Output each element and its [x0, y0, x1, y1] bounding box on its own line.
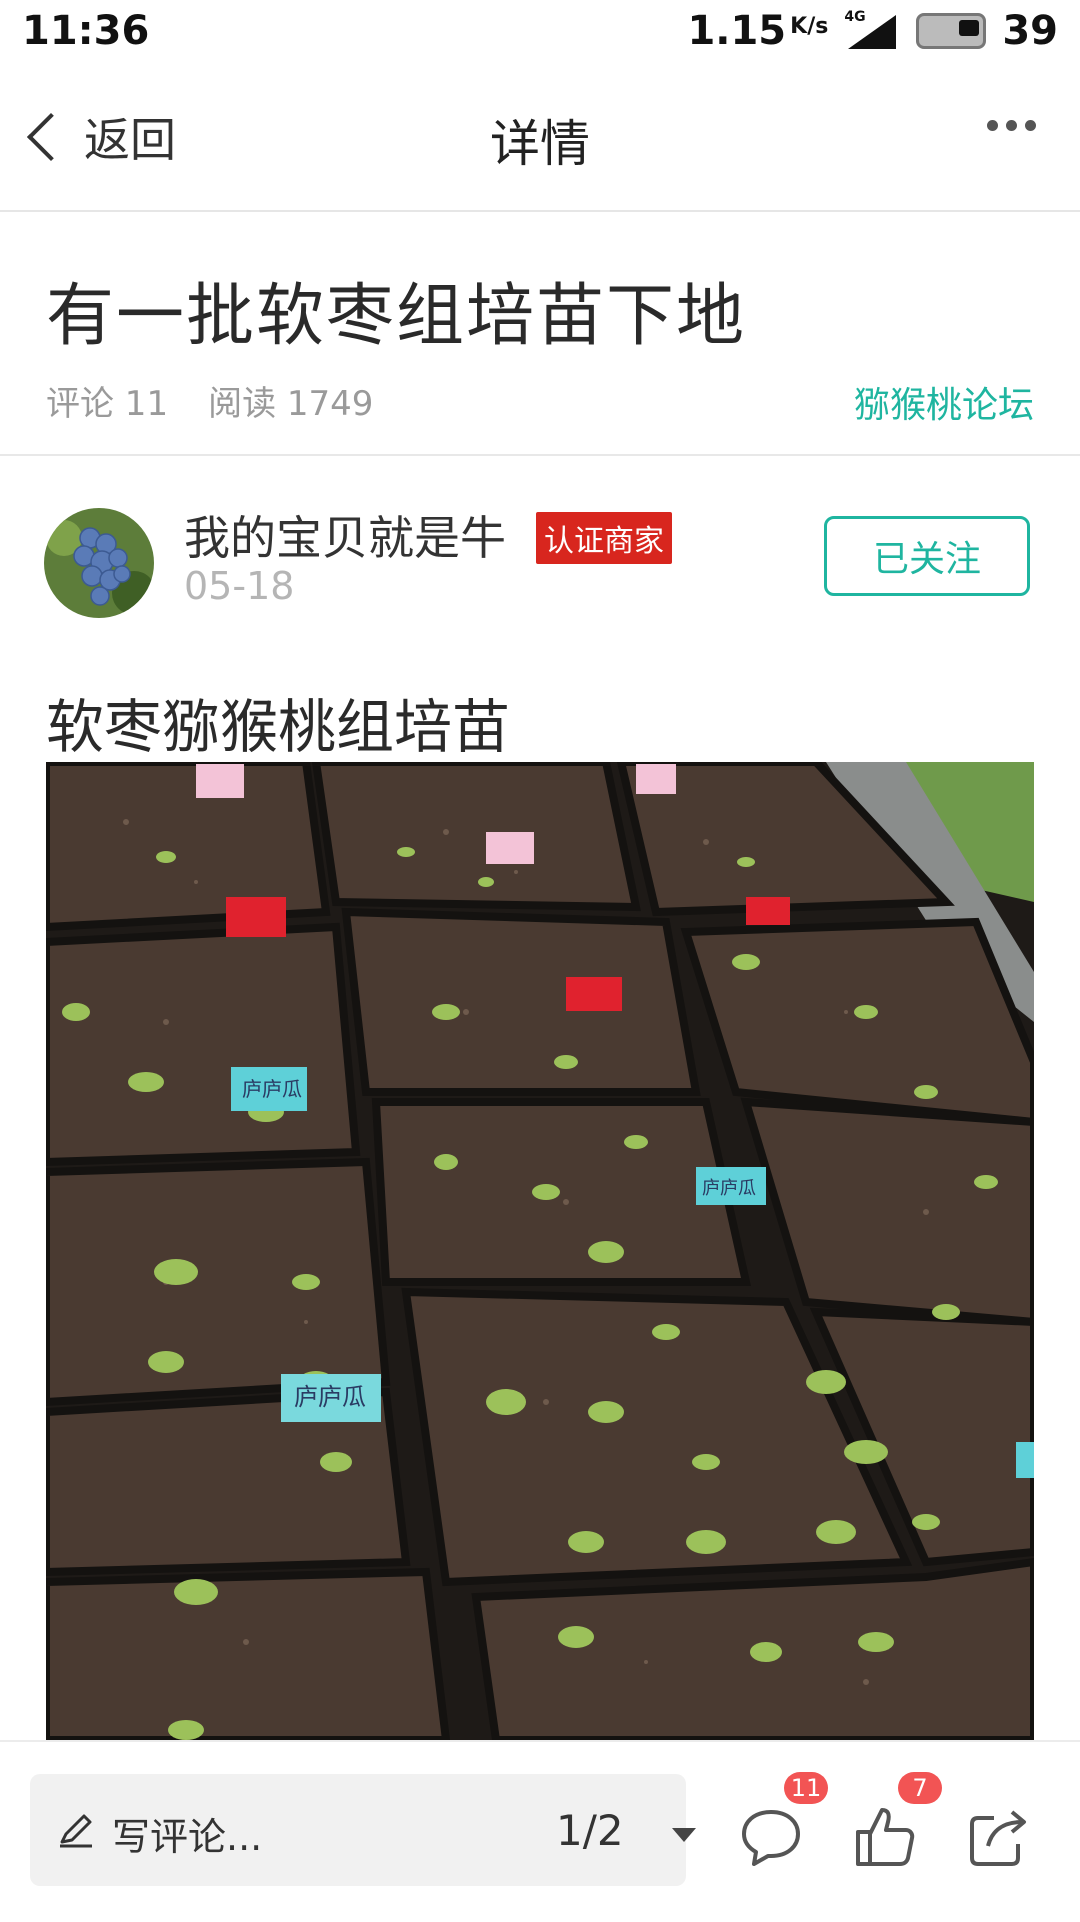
forum-link[interactable]: 猕猴桃论坛 — [854, 376, 1034, 428]
seedling-photo[interactable]: 庐庐瓜 庐庐瓜 庐庐瓜 — [46, 762, 1034, 1740]
network-type: 4G — [844, 9, 866, 25]
comment-count-label: 评论 11 — [46, 384, 169, 424]
content-heading: 软枣猕猴桃组培苗 — [46, 693, 511, 761]
verified-merchant-badge: 认证商家 — [536, 512, 672, 564]
article-title: 有一批软枣组培苗下地 — [46, 277, 747, 356]
page-indicator: 1/2 — [556, 1806, 624, 1855]
more-icon[interactable] — [987, 120, 1036, 131]
bottom-bar: 写评论... 1/2 11 7 — [0, 1740, 1080, 1922]
post-date: 05-18 — [184, 564, 295, 608]
page-title: 详情 — [490, 115, 590, 173]
follow-button[interactable]: 已关注 — [824, 516, 1030, 596]
comment-input[interactable]: 写评论... 1/2 — [30, 1774, 696, 1886]
speed-value: 1.15 — [687, 8, 787, 54]
battery-icon — [916, 13, 987, 49]
like-button[interactable]: 7 — [850, 1772, 942, 1872]
article-meta: 评论 11 阅读 1749 — [46, 376, 373, 425]
read-count-label: 阅读 1749 — [208, 384, 374, 424]
comment-bubble-icon — [742, 1810, 800, 1866]
status-right: 1.15 K/s 4G 39 — [687, 8, 1058, 54]
comment-count-badge: 11 — [784, 1772, 828, 1804]
author-name[interactable]: 我的宝贝就是牛 — [184, 502, 506, 568]
comment-button[interactable]: 11 — [736, 1772, 828, 1872]
thumbs-up-icon — [856, 1808, 915, 1866]
comment-placeholder: 写评论... — [112, 1815, 263, 1859]
share-button[interactable] — [964, 1802, 1034, 1872]
network-speed: 1.15 K/s — [687, 8, 828, 54]
avatar[interactable] — [44, 508, 154, 618]
divider — [0, 454, 1080, 456]
status-bar: 11:36 1.15 K/s 4G 39 — [0, 0, 1080, 68]
nav-bar: 返回 详情 — [0, 68, 1080, 212]
pencil-icon — [60, 1814, 92, 1848]
photo-tag-2: 庐庐瓜 — [702, 1178, 756, 1199]
caret-down-icon — [672, 1828, 696, 1842]
status-time: 11:36 — [22, 8, 150, 54]
battery-level: 39 — [1002, 8, 1058, 54]
page-selector[interactable]: 1/2 — [556, 1806, 696, 1855]
like-count-badge: 7 — [898, 1772, 942, 1804]
share-icon — [970, 1810, 1026, 1866]
speed-unit: K/s — [790, 14, 829, 39]
photo-tag-1: 庐庐瓜 — [242, 1077, 302, 1101]
signal-icon: 4G — [844, 9, 900, 51]
photo-tag-3: 庐庐瓜 — [294, 1383, 366, 1411]
